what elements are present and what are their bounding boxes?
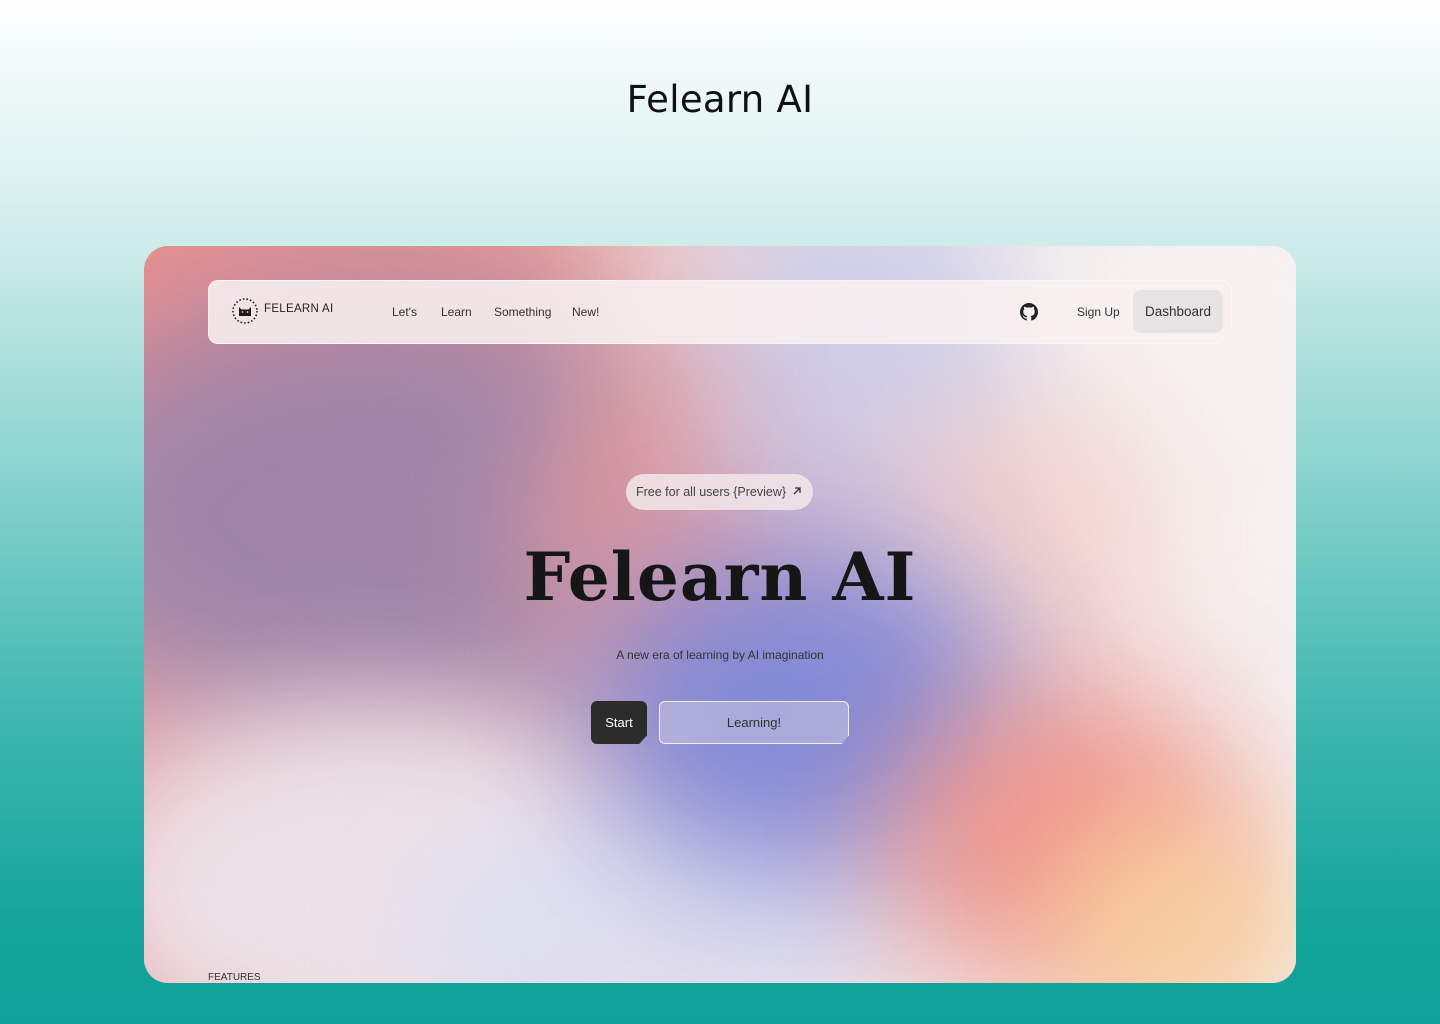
- nav-link-new[interactable]: New!: [572, 305, 599, 319]
- hero-title: Felearn AI: [523, 538, 917, 616]
- website-preview-card: FELEARN AI Let's Learn Something New! Si…: [144, 246, 1296, 983]
- sign-up-link[interactable]: Sign Up: [1077, 305, 1120, 319]
- github-icon[interactable]: [1020, 303, 1038, 321]
- nav-link-lets[interactable]: Let's: [392, 305, 417, 319]
- hero-subtitle: A new era of learning by AI imagination: [616, 648, 824, 662]
- nav-link-learn[interactable]: Learn: [441, 305, 472, 319]
- start-button[interactable]: Start: [591, 701, 647, 744]
- arrow-up-right-icon: [793, 487, 801, 495]
- navbar: FELEARN AI Let's Learn Something New! Si…: [208, 280, 1232, 344]
- page-title: Felearn AI: [626, 78, 814, 121]
- dashboard-button[interactable]: Dashboard: [1133, 290, 1223, 333]
- preview-badge-label: Free for all users {Preview}: [636, 485, 787, 499]
- nav-link-something[interactable]: Something: [494, 305, 551, 319]
- brand-name[interactable]: FELEARN AI: [264, 303, 333, 315]
- learning-button[interactable]: Learning!: [659, 701, 849, 744]
- preview-badge[interactable]: Free for all users {Preview}: [626, 474, 813, 510]
- features-label: FEATURES: [208, 972, 261, 983]
- cat-logo-icon[interactable]: [231, 295, 259, 327]
